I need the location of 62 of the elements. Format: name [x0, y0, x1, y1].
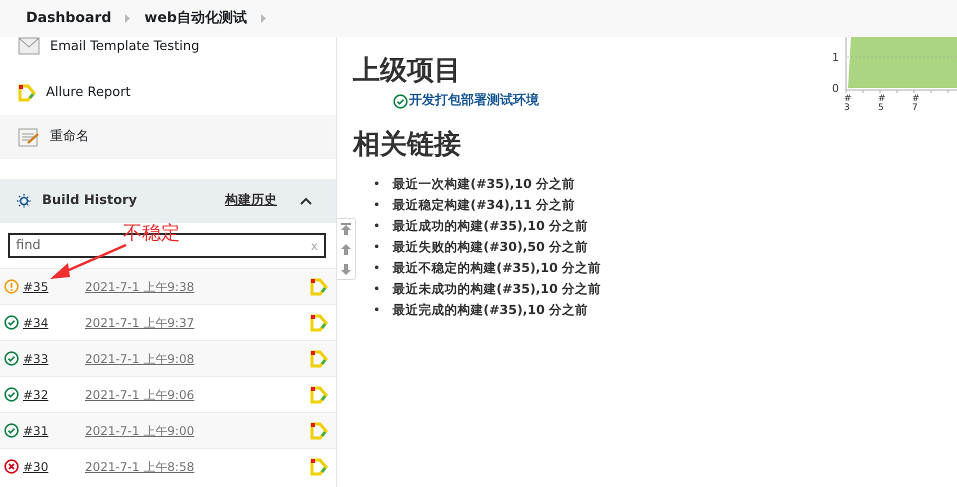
allure-logo-icon[interactable]	[310, 386, 328, 404]
section-heading: 上级项目	[353, 55, 461, 88]
allure-logo-icon[interactable]	[310, 350, 328, 368]
sidebar-link[interactable]: Allure Report	[46, 83, 131, 103]
build-history-link[interactable]: 构建历史	[225, 191, 277, 211]
build-link[interactable]: #31	[23, 424, 48, 438]
sidebar-link[interactable]: 重命名	[50, 127, 89, 147]
build-link[interactable]: 最近一次构建(#35),10 分之前	[392, 173, 576, 194]
bullet: •	[373, 280, 380, 298]
check-circle-icon	[4, 423, 19, 438]
build-link[interactable]: 最近成功的构建(#35),10 分之前	[392, 215, 588, 236]
axis-label: #3	[844, 95, 853, 113]
chevron-icon	[125, 14, 130, 23]
axis-label: 0	[832, 83, 839, 94]
bullet: •	[373, 301, 380, 320]
allure-logo-icon[interactable]	[310, 314, 328, 332]
build-date-link[interactable]: 2021-7-1 上午9:08	[85, 350, 194, 368]
breadcrumb-link[interactable]: web自动化测试	[144, 8, 247, 29]
axis-label: 1	[832, 52, 839, 63]
bullet: •	[373, 175, 380, 194]
scroll-up-icon[interactable]	[340, 242, 352, 256]
bullet: •	[373, 259, 380, 278]
build-link[interactable]: #35	[23, 280, 48, 294]
chevron-icon	[260, 14, 266, 23]
build-link[interactable]: #33	[23, 352, 48, 366]
build-date-link[interactable]: 2021-7-1 上午9:37	[85, 314, 194, 332]
allure-logo-icon[interactable]	[310, 458, 328, 476]
build-link[interactable]: #34	[23, 316, 48, 330]
bullet: •	[373, 238, 380, 256]
build-link[interactable]: 最近稳定构建(#34),11 分之前	[392, 194, 576, 216]
check-circle-icon	[4, 387, 19, 402]
build-link[interactable]: #30	[23, 460, 48, 474]
section-title: Build History	[42, 192, 138, 210]
check-circle-icon	[4, 315, 19, 330]
warning-circle-icon	[4, 279, 19, 294]
section-heading: 相关链接	[353, 128, 461, 162]
build-date-link[interactable]: 2021-7-1 上午9:00	[85, 422, 194, 440]
check-circle-icon	[393, 94, 408, 109]
bullet: •	[373, 217, 380, 236]
project-link[interactable]: 开发打包部署测试环境	[409, 91, 539, 111]
gear-icon	[16, 193, 32, 209]
scroll-down-icon[interactable]	[340, 262, 352, 276]
notepad-pencil-icon	[18, 127, 40, 147]
allure-logo-icon[interactable]	[310, 422, 328, 440]
bullet: •	[373, 196, 380, 214]
build-link[interactable]: 最近未成功的构建(#35),10 分之前	[392, 278, 602, 300]
error-circle-icon	[4, 459, 19, 474]
build-link[interactable]: #32	[23, 388, 48, 402]
scroll-top-icon[interactable]	[340, 222, 352, 236]
build-link[interactable]: 最近完成的构建(#35),10 分之前	[392, 299, 588, 320]
build-link[interactable]: 最近失败的构建(#30),50 分之前	[392, 236, 588, 258]
check-circle-icon	[4, 351, 19, 366]
build-date-link[interactable]: 2021-7-1 上午8:58	[85, 458, 194, 476]
axis-label: #7	[912, 95, 921, 113]
allure-logo-icon	[18, 84, 36, 102]
sidebar-link[interactable]: Email Template Testing	[50, 37, 200, 56]
build-link[interactable]: 最近不稳定的构建(#35),10 分之前	[392, 257, 602, 278]
axis-label: #5	[878, 95, 887, 113]
breadcrumb-link[interactable]: Dashboard	[26, 8, 112, 29]
build-date-link[interactable]: 2021-7-1 上午9:06	[85, 386, 194, 404]
allure-logo-icon[interactable]	[310, 278, 328, 296]
build-date-link[interactable]: 2021-7-1 上午9:38	[85, 278, 194, 296]
